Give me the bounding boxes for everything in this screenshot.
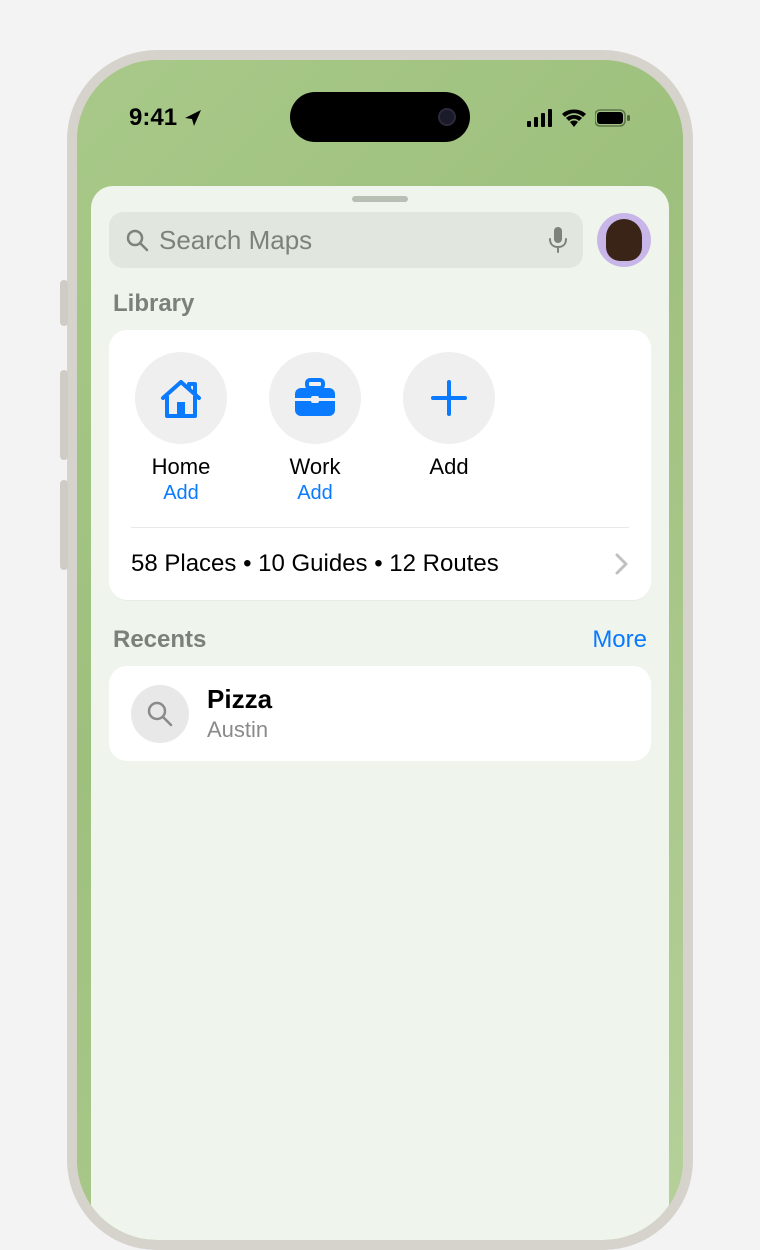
library-summary: 58 Places • 10 Guides • 12 Routes (131, 550, 499, 578)
search-sheet: Search Maps Library (91, 186, 669, 1240)
briefcase-icon (269, 352, 361, 444)
sheet-grabber[interactable] (352, 196, 408, 202)
favorite-home-add[interactable]: Add (163, 482, 199, 505)
battery-icon (595, 109, 631, 127)
favorite-home[interactable]: Home Add (131, 352, 231, 505)
recent-title: Pizza (207, 684, 272, 715)
screen: 9:41 (77, 60, 683, 1240)
recent-item[interactable]: Pizza Austin (131, 684, 629, 743)
favorite-work-label: Work (290, 454, 341, 480)
recents-more-button[interactable]: More (592, 626, 647, 654)
favorite-work-add[interactable]: Add (297, 482, 333, 505)
favorite-home-label: Home (152, 454, 211, 480)
wifi-icon (561, 109, 587, 127)
favorite-add-label: Add (429, 454, 468, 480)
house-icon (135, 352, 227, 444)
recents-heading: Recents (113, 626, 206, 654)
search-icon (125, 228, 149, 252)
recents-card: Pizza Austin (109, 666, 651, 761)
library-summary-row[interactable]: 58 Places • 10 Guides • 12 Routes (131, 528, 629, 600)
status-bar: 9:41 (77, 96, 683, 140)
microphone-icon[interactable] (549, 227, 567, 253)
search-input[interactable]: Search Maps (109, 212, 583, 268)
search-placeholder: Search Maps (159, 225, 312, 256)
plus-icon (403, 352, 495, 444)
phone-frame: 9:41 (67, 50, 693, 1250)
cellular-icon (527, 109, 553, 127)
side-button-silence (60, 280, 68, 326)
search-result-icon (131, 685, 189, 743)
status-time: 9:41 (129, 104, 177, 132)
library-heading: Library (113, 290, 194, 318)
library-card: Home Add Work Add Add (109, 330, 651, 600)
side-button-vol-down (60, 480, 68, 570)
location-arrow-icon (183, 108, 203, 128)
recent-subtitle: Austin (207, 717, 272, 743)
profile-avatar[interactable] (597, 213, 651, 267)
chevron-right-icon (615, 553, 629, 575)
avatar-memoji (606, 219, 642, 261)
favorite-work[interactable]: Work Add (265, 352, 365, 505)
favorite-add[interactable]: Add (399, 352, 499, 505)
side-button-vol-up (60, 370, 68, 460)
